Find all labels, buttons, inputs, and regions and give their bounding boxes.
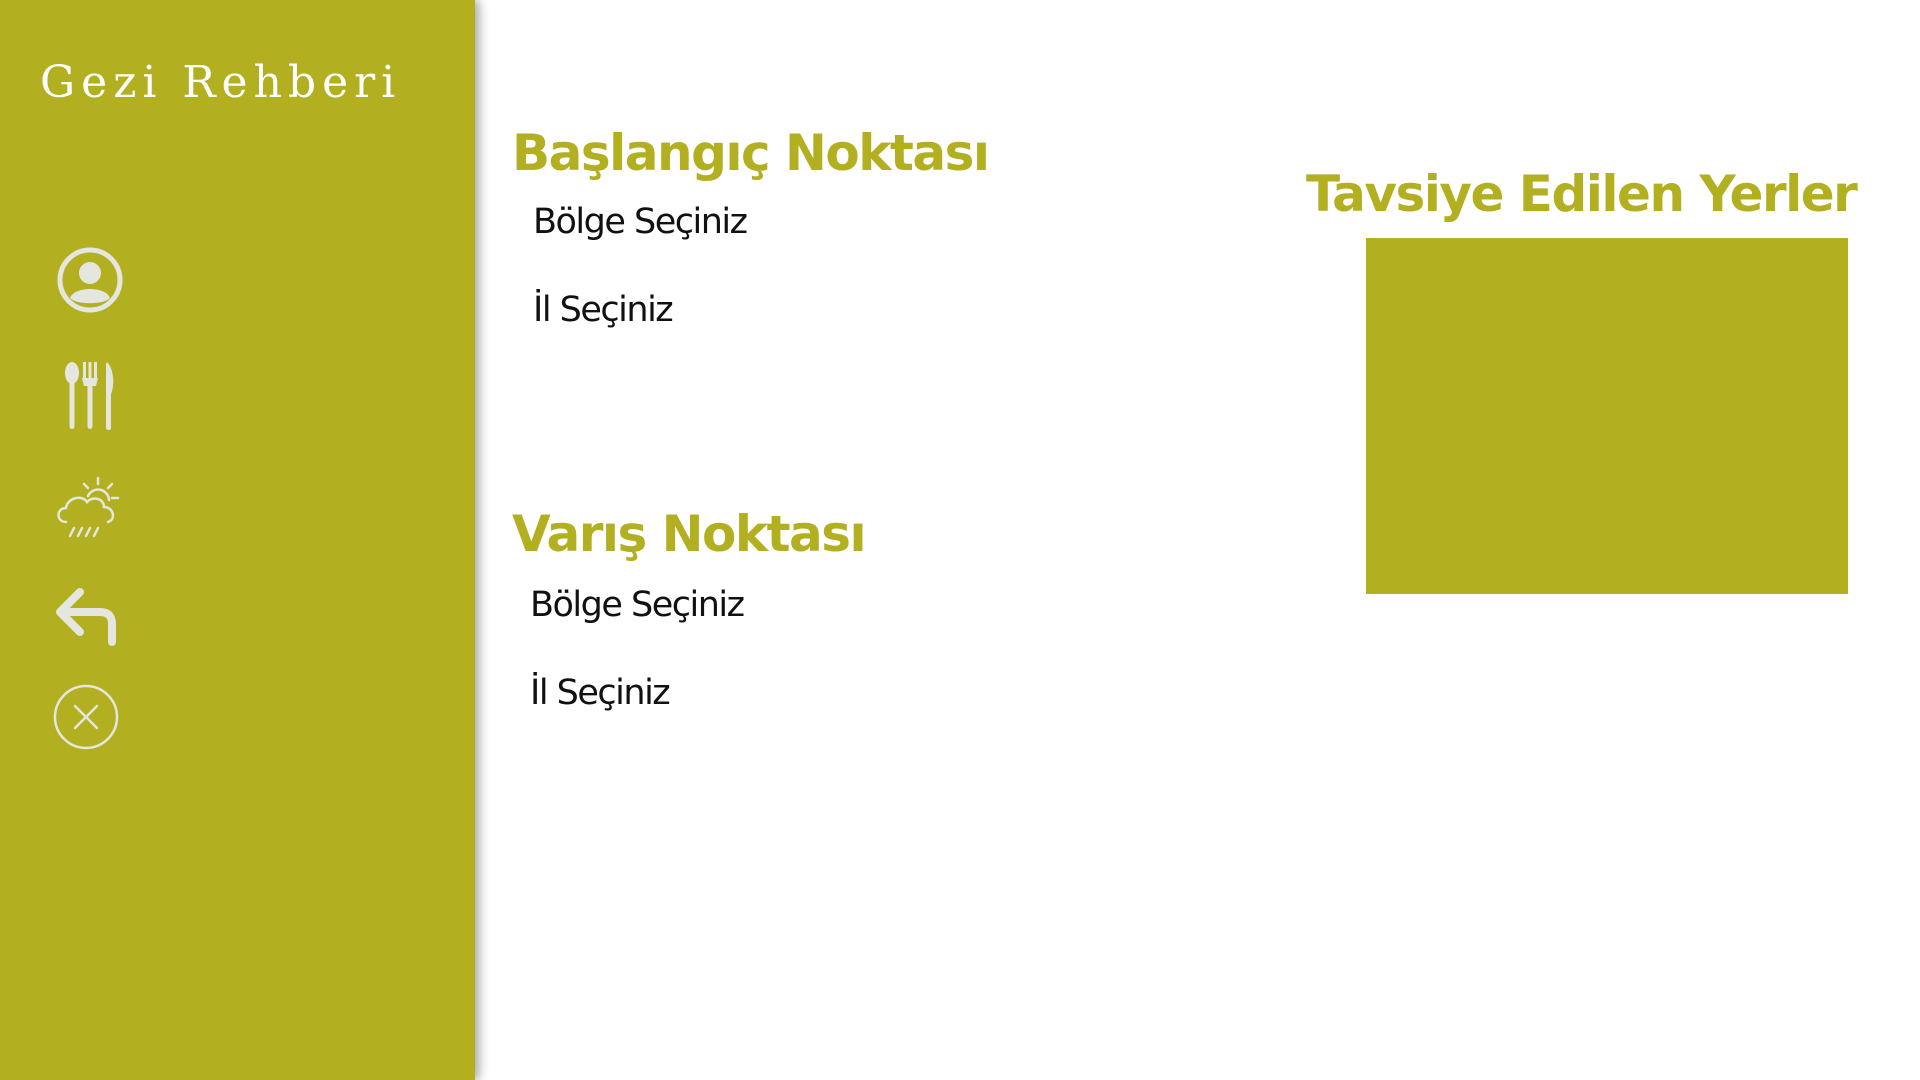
user-profile-icon[interactable] [56,246,124,314]
sidebar: Gezi Rehberi [0,0,475,1080]
back-arrow-icon[interactable] [54,584,120,646]
close-icon[interactable] [52,683,120,751]
start-city-select[interactable]: İl Seçiniz [533,290,674,330]
app-title: Gezi Rehberi [40,57,402,108]
recommended-places-panel [1366,238,1848,594]
destination-region-select[interactable]: Bölge Seçiniz [530,585,745,625]
start-region-select[interactable]: Bölge Seçiniz [533,202,748,242]
destination-heading: Varış Noktası [512,505,867,563]
restaurant-icon[interactable] [62,360,118,432]
weather-icon[interactable] [52,474,124,544]
destination-city-select[interactable]: İl Seçiniz [530,673,671,713]
start-point-heading: Başlangıç Noktası [512,124,990,182]
recommended-places-heading: Tavsiye Edilen Yerler [1306,165,1858,223]
